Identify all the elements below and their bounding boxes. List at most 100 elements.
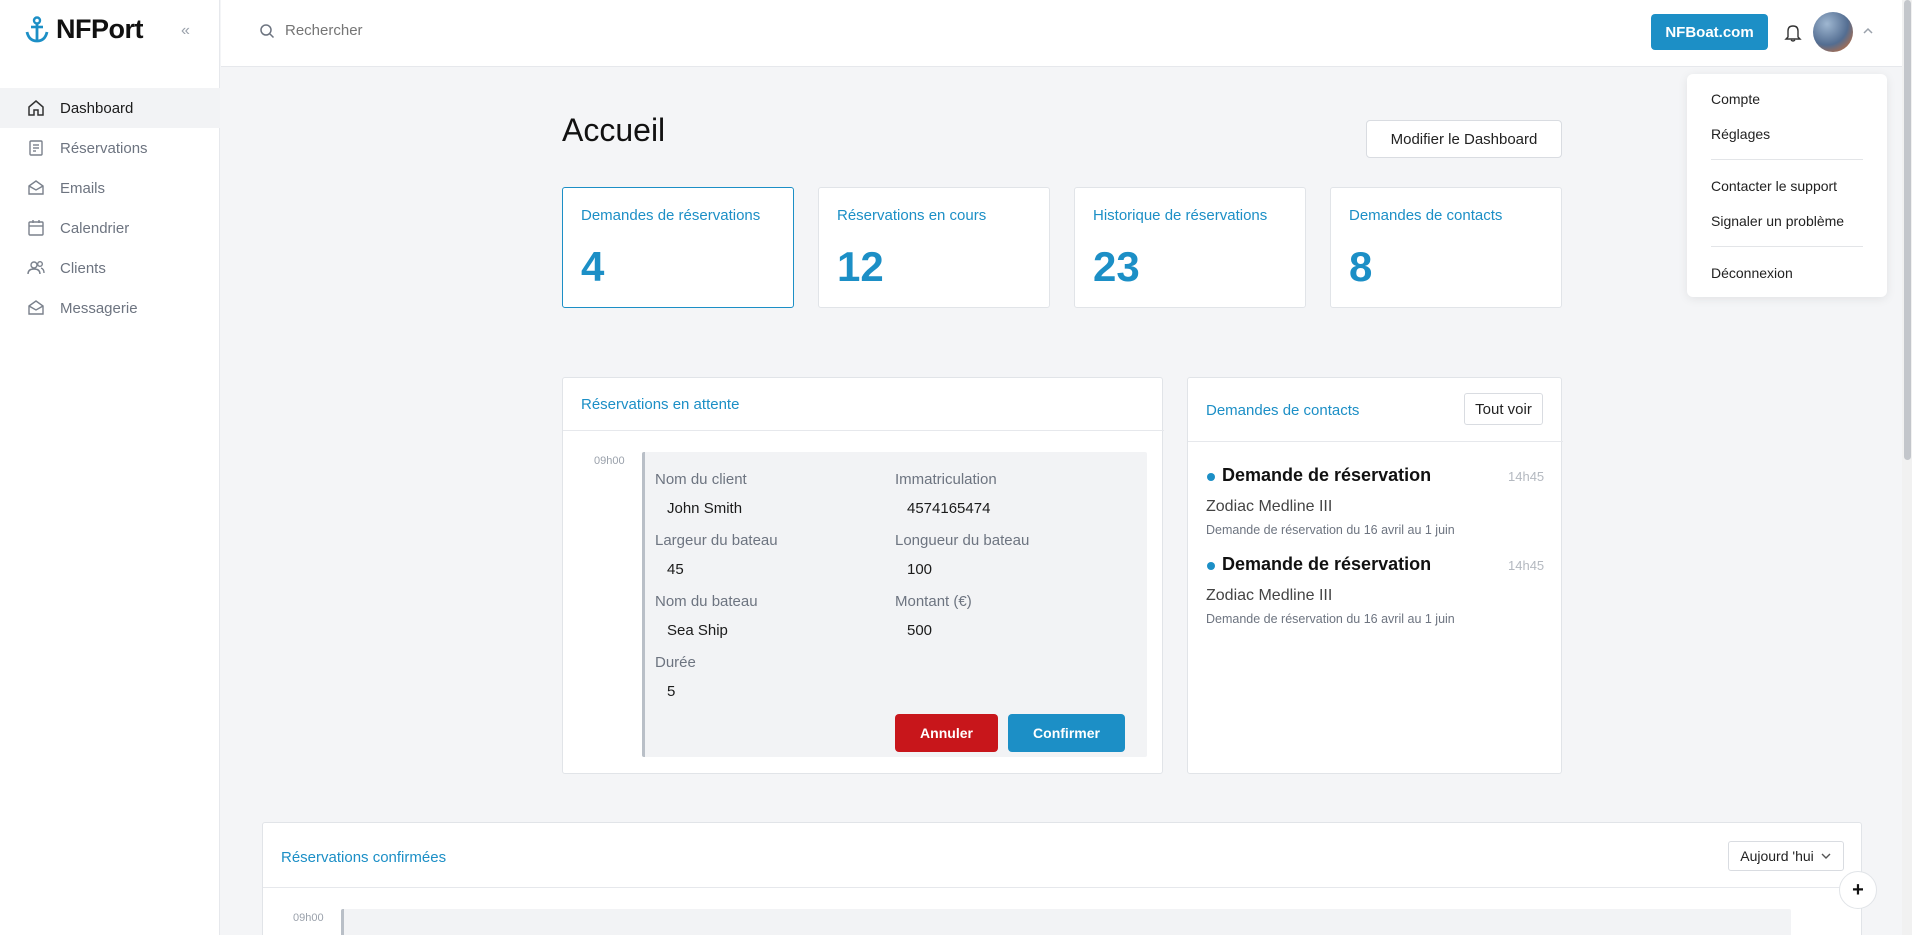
sidebar: NFPort « Dashboard Réservations Emails C… [0, 0, 220, 935]
sidebar-nav: Dashboard Réservations Emails Calendrier… [0, 88, 220, 328]
cancel-button[interactable]: Annuler [895, 714, 998, 752]
nfboat-link-button[interactable]: NFBoat.com [1651, 14, 1768, 50]
stat-card-booking-history[interactable]: Historique de réservations 23 [1074, 187, 1306, 308]
stat-label: Réservations en cours [837, 207, 987, 224]
home-icon [28, 100, 44, 116]
client-name-label: Nom du client [655, 471, 747, 488]
menu-item-reglages[interactable]: Réglages [1711, 126, 1770, 142]
reservation-card [341, 909, 1791, 935]
sidebar-item-label: Dashboard [60, 99, 134, 117]
time-slot: 09h00 [293, 912, 324, 924]
contact-requests-panel: Demandes de contacts Demande de réservat… [1187, 377, 1563, 774]
stat-value: 4 [581, 243, 605, 290]
stat-label: Demandes de réservations [581, 207, 761, 224]
sidebar-item-label: Emails [60, 179, 106, 197]
user-menu-dropdown: Compte Réglages Contacter le support Sig… [1687, 74, 1887, 297]
sidebar-item-label: Messagerie [60, 299, 138, 317]
panel-title: Réservations confirmées [281, 849, 447, 866]
sidebar-item-reservations[interactable]: Réservations [0, 128, 220, 168]
mail-open-icon [28, 300, 44, 315]
search-icon [260, 23, 275, 38]
confirmed-reservations-panel: Réservations confirmées 09h00 [262, 822, 1863, 935]
menu-item-contact-support[interactable]: Contacter le support [1711, 178, 1837, 194]
panel-divider [563, 430, 1164, 431]
sidebar-item-emails[interactable]: Emails [0, 168, 220, 208]
panel-divider [1188, 441, 1563, 442]
menu-divider [1711, 159, 1863, 160]
boat-name-value: Sea Ship [667, 622, 728, 639]
stat-card-contact-requests[interactable]: Demandes de contacts 8 [1330, 187, 1562, 308]
amount-label: Montant (€) [895, 593, 972, 610]
sidebar-item-clients[interactable]: Clients [0, 248, 220, 288]
unread-dot [1207, 473, 1215, 481]
avatar[interactable] [1813, 12, 1853, 52]
bell-icon[interactable] [1784, 23, 1802, 43]
confirm-button[interactable]: Confirmer [1008, 714, 1125, 752]
menu-divider [1711, 246, 1863, 247]
duration-value: 5 [667, 683, 676, 700]
contact-time: 14h45 [1508, 469, 1545, 484]
stat-value: 12 [837, 243, 884, 290]
sidebar-item-label: Calendrier [60, 219, 130, 237]
sidebar-item-calendrier[interactable]: Calendrier [0, 208, 220, 248]
anchor-icon [25, 15, 49, 42]
add-button[interactable]: + [1839, 871, 1877, 909]
stat-value: 23 [1093, 243, 1140, 290]
chevron-up-icon[interactable] [1861, 24, 1875, 38]
pending-reservations-panel: Réservations en attente 09h00 Nom du cli… [562, 377, 1164, 774]
amount-value: 500 [907, 622, 933, 639]
contact-boat: Zodiac Medline III [1206, 498, 1333, 515]
modify-dashboard-button[interactable]: Modifier le Dashboard [1366, 120, 1562, 158]
panel-divider [263, 887, 1863, 888]
boat-name-label: Nom du bateau [655, 593, 758, 610]
sidebar-item-label: Clients [60, 259, 106, 277]
contact-title: Demande de réservation [1222, 465, 1432, 485]
users-icon [27, 261, 45, 275]
app-name: NFPort [56, 14, 144, 44]
contact-description: Demande de réservation du 16 avril au 1 … [1206, 612, 1455, 626]
topbar: NFBoat.com [221, 0, 1912, 67]
document-icon [29, 140, 43, 156]
client-name-value: John Smith [667, 500, 743, 517]
reservation-card: Nom du client John Smith Immatriculation… [642, 452, 1147, 757]
date-filter-value: Aujourd 'hui [1740, 848, 1814, 864]
menu-item-logout[interactable]: Déconnexion [1711, 265, 1793, 281]
contact-description: Demande de réservation du 16 avril au 1 … [1206, 523, 1455, 537]
envelope-icon [28, 180, 44, 195]
stat-label: Historique de réservations [1093, 207, 1268, 224]
panel-title: Demandes de contacts [1206, 402, 1360, 419]
stat-card-current-bookings[interactable]: Réservations en cours 12 [818, 187, 1050, 308]
menu-item-compte[interactable]: Compte [1711, 91, 1760, 107]
menu-item-report-problem[interactable]: Signaler un problème [1711, 213, 1844, 229]
time-slot: 09h00 [594, 455, 625, 467]
boat-width-label: Largeur du bateau [655, 532, 778, 549]
stat-card-booking-requests[interactable]: Demandes de réservations 4 [562, 187, 794, 308]
boat-width-value: 45 [667, 561, 684, 578]
page-title: Accueil [562, 112, 666, 148]
stat-value: 8 [1349, 243, 1373, 290]
stat-label: Demandes de contacts [1349, 207, 1503, 224]
sidebar-item-messagerie[interactable]: Messagerie [0, 288, 220, 328]
boat-length-value: 100 [907, 561, 933, 578]
unread-dot [1207, 562, 1215, 570]
date-filter-select[interactable]: Aujourd 'hui [1728, 841, 1844, 871]
calendar-icon [28, 220, 44, 236]
contact-title: Demande de réservation [1222, 554, 1432, 574]
page-scrollbar[interactable] [1902, 0, 1912, 935]
contact-time: 14h45 [1508, 558, 1545, 573]
boat-length-label: Longueur du bateau [895, 532, 1030, 549]
sidebar-item-dashboard[interactable]: Dashboard [0, 88, 220, 128]
scrollbar-thumb[interactable] [1904, 0, 1911, 460]
see-all-button[interactable]: Tout voir [1464, 393, 1543, 425]
chevron-down-icon [1821, 853, 1831, 859]
search-input[interactable] [285, 22, 585, 39]
collapse-sidebar-icon[interactable]: « [181, 22, 190, 40]
panel-title: Réservations en attente [581, 396, 740, 413]
search [259, 22, 585, 39]
duration-label: Durée [655, 654, 696, 671]
contact-boat: Zodiac Medline III [1206, 587, 1333, 604]
registration-value: 4574165474 [907, 500, 991, 517]
registration-label: Immatriculation [895, 471, 997, 488]
sidebar-item-label: Réservations [60, 139, 148, 157]
logo[interactable]: NFPort [24, 14, 144, 45]
